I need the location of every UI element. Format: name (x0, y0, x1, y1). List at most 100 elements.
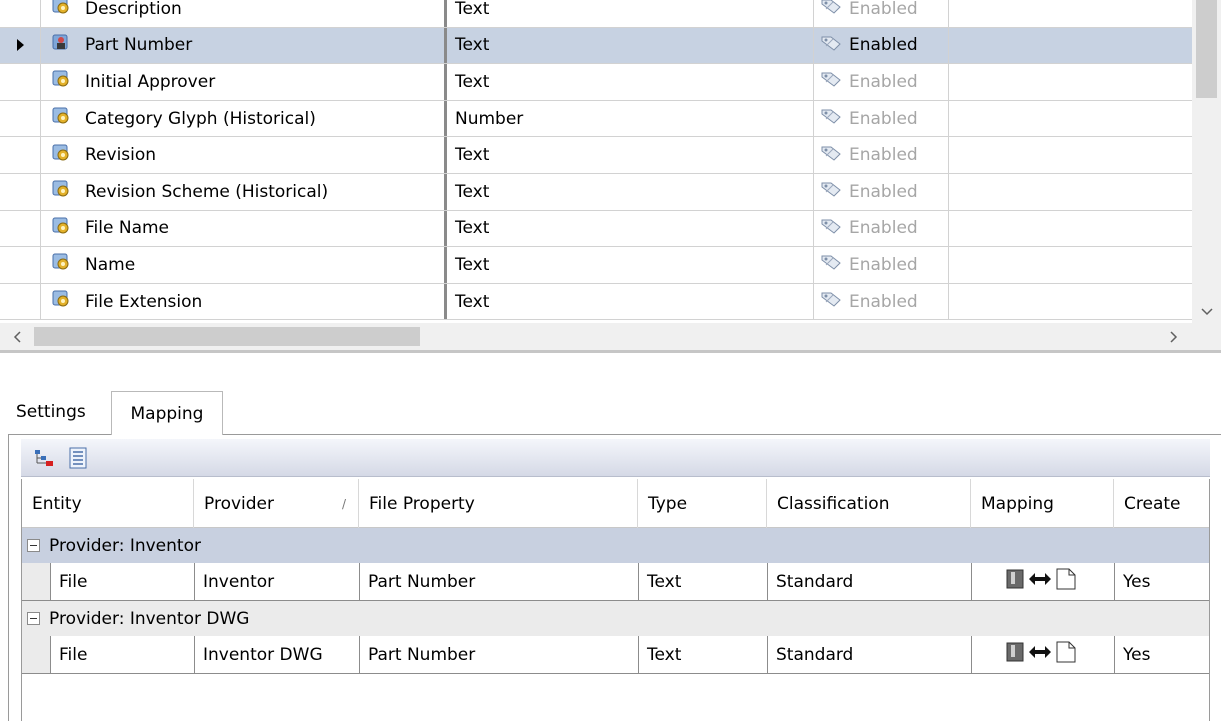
property-state: Enabled (813, 173, 949, 210)
property-row[interactable]: Part Number Text Enabled (0, 27, 1192, 65)
mapping-direction[interactable] (971, 563, 1114, 600)
mapping-provider: Inventor (194, 563, 359, 600)
row-indicator (0, 64, 40, 100)
mapping-direction[interactable] (971, 636, 1114, 673)
provider-group-label: Provider: Inventor DWG (49, 608, 250, 629)
scroll-left-icon[interactable] (0, 323, 34, 350)
property-type: Text (444, 173, 813, 210)
property-name: Part Number (85, 35, 193, 56)
property-name: Initial Approver (85, 71, 216, 92)
property-name: File Extension (85, 291, 203, 312)
property-state: Enabled (813, 210, 949, 247)
mapping-row[interactable]: File Inventor Part Number Text Standard Yes (22, 563, 1209, 601)
property-row[interactable]: Category Glyph (Historical) Number Enabled (0, 100, 1192, 138)
mapping-create: Yes (1114, 636, 1209, 673)
tab-mapping[interactable]: Mapping (111, 391, 223, 435)
property-type: Number (444, 100, 813, 137)
system-property-icon (51, 216, 71, 241)
scroll-corner (1192, 323, 1221, 350)
provider-group-header[interactable]: Provider: Inventor (22, 528, 1209, 563)
current-row-arrow-icon (16, 39, 24, 52)
tab-settings[interactable]: Settings (16, 396, 111, 428)
property-type: Text (444, 0, 813, 27)
system-property-icon (51, 0, 71, 21)
mapping-grid: Entity Provider / File Property Type Clas… (21, 479, 1210, 721)
property-type: Text (444, 283, 813, 320)
property-row[interactable]: Initial Approver Text Enabled (0, 64, 1192, 101)
property-name: Description (85, 0, 182, 19)
collapse-icon[interactable] (27, 539, 40, 552)
property-state-label: Enabled (849, 291, 918, 312)
mapping-provider: Inventor DWG (194, 636, 359, 673)
horizontal-scroll-thumb[interactable] (34, 327, 420, 346)
column-header-provider[interactable]: Provider / (194, 479, 359, 528)
row-indicator (0, 28, 40, 64)
property-name: Name (85, 254, 136, 275)
bidirectional-mapping-icon (1005, 567, 1081, 596)
property-row[interactable]: File Extension Text Enabled (0, 283, 1192, 321)
list-view-icon[interactable] (65, 445, 91, 471)
property-state-label: Enabled (849, 35, 918, 56)
mapping-file-property: Part Number (359, 636, 638, 673)
tag-icon (820, 70, 842, 93)
column-header-type[interactable]: Type (638, 479, 767, 528)
system-property-icon (51, 252, 71, 277)
tag-icon (820, 144, 842, 167)
mapping-entity: File (50, 563, 194, 600)
column-header-entity[interactable]: Entity (22, 479, 194, 528)
row-indicator (0, 101, 40, 137)
mapping-classification: Standard (767, 563, 971, 600)
row-indicator (0, 211, 40, 247)
property-state-label: Enabled (849, 181, 918, 202)
property-state: Enabled (813, 100, 949, 137)
column-header-label: Type (648, 493, 688, 514)
sort-indicator-icon: / (341, 496, 346, 511)
vertical-scroll-thumb[interactable] (1196, 0, 1217, 98)
map-hierarchy-icon[interactable] (31, 445, 57, 471)
property-grid: Description Text Enabled Part Number Text Ena… (0, 0, 1221, 350)
column-header-mapping[interactable]: Mapping (971, 479, 1114, 528)
column-header-label: Classification (777, 493, 890, 514)
system-property-icon (51, 143, 71, 168)
property-type: Text (444, 27, 813, 64)
system-property-icon (51, 289, 71, 314)
mapping-type: Text (638, 636, 767, 673)
horizontal-scrollbar[interactable] (0, 323, 1192, 350)
vertical-scrollbar[interactable] (1192, 0, 1221, 323)
row-indent (22, 636, 50, 673)
property-state: Enabled (813, 137, 949, 173)
property-state-label: Enabled (849, 254, 918, 275)
property-rows: Description Text Enabled Part Number Text Ena… (0, 0, 1192, 321)
mapping-entity: File (50, 636, 194, 673)
property-state: Enabled (813, 27, 949, 64)
mapping-classification: Standard (767, 636, 971, 673)
property-icon-cell (40, 247, 80, 283)
column-header-create[interactable]: Create (1114, 479, 1209, 528)
property-row[interactable]: Revision Text Enabled (0, 137, 1192, 174)
column-header-classification[interactable]: Classification (767, 479, 971, 528)
mapping-row[interactable]: File Inventor DWG Part Number Text Standard Y… (22, 636, 1209, 674)
property-type: Text (444, 247, 813, 283)
collapse-icon[interactable] (27, 612, 40, 625)
property-icon-cell (40, 64, 80, 100)
mapping-create: Yes (1114, 563, 1209, 600)
column-header-label: Entity (32, 493, 82, 514)
property-row[interactable]: Revision Scheme (Historical) Text Enabled (0, 173, 1192, 211)
column-header-label: Provider (204, 493, 274, 514)
property-row[interactable]: Name Text Enabled (0, 247, 1192, 284)
property-row[interactable]: File Name Text Enabled (0, 210, 1192, 248)
system-property-icon (51, 106, 71, 131)
property-row[interactable]: Description Text Enabled (0, 0, 1192, 28)
provider-group-header[interactable]: Provider: Inventor DWG (22, 601, 1209, 636)
property-type: Text (444, 64, 813, 100)
property-state-label: Enabled (849, 71, 918, 92)
row-indicator (0, 137, 40, 173)
property-name: File Name (85, 218, 170, 239)
scroll-down-icon[interactable] (1192, 300, 1221, 323)
row-indicator (0, 284, 40, 320)
column-header-file-property[interactable]: File Property (359, 479, 638, 528)
property-state: Enabled (813, 0, 949, 27)
scroll-right-icon[interactable] (1156, 323, 1192, 350)
property-state: Enabled (813, 64, 949, 100)
mapping-toolbar (21, 439, 1210, 477)
